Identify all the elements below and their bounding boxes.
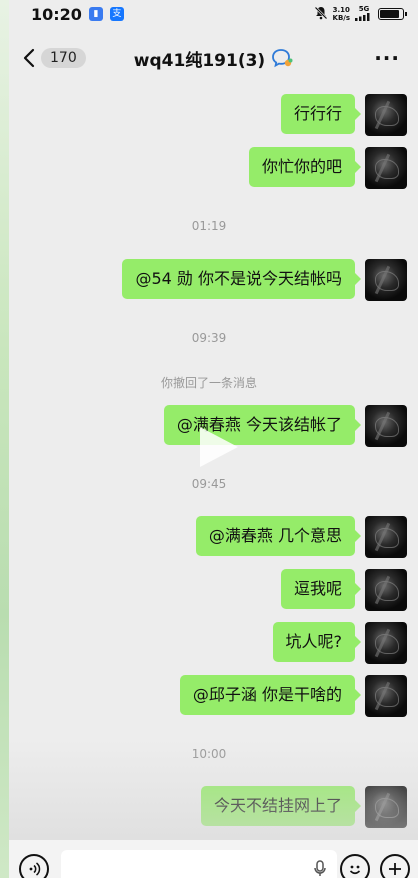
message-bubble[interactable]: 今天不结挂网上了 xyxy=(200,786,362,826)
voice-icon xyxy=(29,862,41,876)
mute-icon xyxy=(314,5,328,24)
network-speed: 3.10 KB/s xyxy=(333,6,350,22)
message-row: @满春燕 几个意思 xyxy=(195,516,407,558)
message-bubble[interactable]: @邱子涵 你是干啥的 xyxy=(179,675,362,715)
message-row: 逗我呢 xyxy=(280,569,407,611)
play-icon xyxy=(200,427,238,467)
cellular-signal: 5G xyxy=(355,5,373,23)
message-row: 你忙你的吧 xyxy=(248,147,407,189)
message-bubble[interactable]: @满春燕 今天该结帐了 xyxy=(163,405,362,445)
mic-icon[interactable] xyxy=(313,860,327,878)
message-row: 行行行 xyxy=(280,94,407,136)
network-speed-unit: KB/s xyxy=(332,14,350,22)
message-row: 坑人呢? xyxy=(272,622,407,664)
avatar[interactable] xyxy=(365,516,407,558)
battery-icon xyxy=(378,8,407,20)
chat-title[interactable]: wq41纯191(3) xyxy=(134,46,265,71)
avatar[interactable] xyxy=(365,94,407,136)
plus-icon xyxy=(389,863,401,875)
battery-fill xyxy=(380,10,399,18)
message-row: @邱子涵 你是干啥的 xyxy=(179,675,407,717)
network-type: 5G xyxy=(358,5,370,13)
avatar[interactable] xyxy=(365,622,407,664)
avatar[interactable] xyxy=(365,675,407,717)
message-bubble[interactable]: 你忙你的吧 xyxy=(248,147,362,187)
signal-bars-icon xyxy=(355,13,370,21)
status-bar: 10:20 ▮ 支 3.10 KB/s 5G xyxy=(9,0,418,28)
avatar[interactable] xyxy=(365,259,407,301)
alipay-app-icon: 支 xyxy=(109,7,124,21)
chevron-left-icon xyxy=(23,48,35,68)
unread-count-badge: 170 xyxy=(41,48,86,68)
message-bubble[interactable]: @54 勋 你不是说今天结帐吗 xyxy=(122,259,361,299)
back-button[interactable]: 170 xyxy=(23,48,86,68)
avatar[interactable] xyxy=(365,405,407,447)
chat-header: 170 wq41纯191(3) ··· xyxy=(9,38,418,78)
message-row: 今天不结挂网上了 xyxy=(200,786,407,828)
emoji-button[interactable] xyxy=(340,854,370,878)
message-bubble[interactable]: 坑人呢? xyxy=(272,622,361,662)
more-options-button[interactable]: ··· xyxy=(374,46,400,70)
avatar[interactable] xyxy=(365,147,407,189)
avatar[interactable] xyxy=(365,786,407,828)
message-bubble[interactable]: 逗我呢 xyxy=(280,569,362,609)
message-timestamp: 01:19 xyxy=(191,219,227,233)
status-time: 10:20 xyxy=(31,4,82,24)
input-bar xyxy=(9,840,418,878)
message-timestamp: 10:00 xyxy=(191,747,227,761)
message-timestamp: 09:39 xyxy=(191,331,227,345)
network-speed-value: 3.10 xyxy=(332,6,350,14)
chat-bubble-badge-icon xyxy=(272,49,293,68)
message-timestamp: 09:45 xyxy=(191,477,227,491)
more-actions-button[interactable] xyxy=(380,854,410,878)
files-app-icon: ▮ xyxy=(88,7,103,21)
avatar[interactable] xyxy=(365,569,407,611)
voice-button[interactable] xyxy=(19,854,49,878)
video-play-button[interactable] xyxy=(194,423,242,471)
message-bubble[interactable]: 行行行 xyxy=(280,94,362,134)
emoji-icon xyxy=(349,865,361,875)
recall-notice: 你撤回了一条消息 xyxy=(160,376,257,390)
message-row: @54 勋 你不是说今天结帐吗 xyxy=(122,259,407,301)
message-bubble[interactable]: @满春燕 几个意思 xyxy=(195,516,362,556)
message-input[interactable] xyxy=(61,850,337,878)
